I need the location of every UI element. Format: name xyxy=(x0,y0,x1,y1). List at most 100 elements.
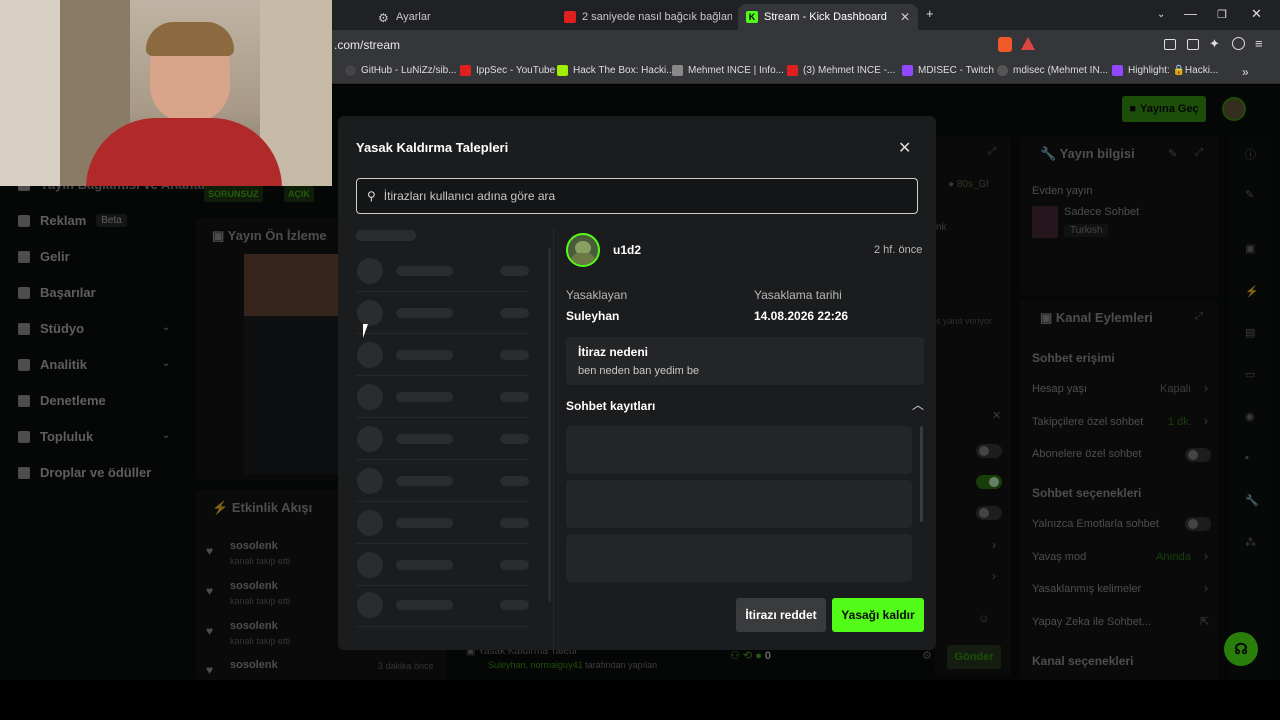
window-background xyxy=(0,0,60,186)
skeleton-line xyxy=(396,266,453,276)
bottom-bar xyxy=(0,680,1280,720)
tab-settings[interactable]: ⚙ Ayarlar xyxy=(370,4,550,30)
sparkle-icon[interactable]: ✦ xyxy=(1209,36,1220,52)
skeleton-line xyxy=(500,560,529,570)
skeleton-avatar xyxy=(357,468,383,494)
close-icon[interactable]: ✕ xyxy=(898,138,911,158)
bookmark-mdisec[interactable]: MDISEC - Twitch xyxy=(902,65,994,76)
url-text[interactable]: .com/stream xyxy=(334,38,400,52)
sidebar-icon[interactable] xyxy=(1164,39,1176,50)
tab-label: Ayarlar xyxy=(396,11,431,23)
mouse-cursor xyxy=(363,324,373,338)
skeleton-line xyxy=(500,392,529,402)
bookmark-github[interactable]: GitHub - LuNiZz/sib... xyxy=(345,65,457,76)
profile-icon xyxy=(997,65,1008,76)
skeleton-avatar xyxy=(357,342,383,368)
new-tab-button[interactable]: + xyxy=(926,6,934,21)
search-icon: ⚲ xyxy=(367,189,376,203)
youtube-icon xyxy=(460,65,471,76)
skeleton-header xyxy=(356,230,416,241)
appeal-reason-text: ben neden ban yedim be xyxy=(578,365,700,377)
skeleton-line xyxy=(500,350,529,360)
skeleton-line xyxy=(396,350,453,360)
search-input[interactable] xyxy=(383,189,904,203)
skeleton-line xyxy=(396,392,453,402)
divider xyxy=(356,585,528,586)
skeleton-line xyxy=(500,476,529,486)
skeleton-avatar xyxy=(357,552,383,578)
minimize-button[interactable]: — xyxy=(1184,6,1197,21)
chevron-down-icon[interactable]: ⌄ xyxy=(1157,9,1165,20)
search-field[interactable]: ⚲ xyxy=(356,178,918,214)
chevron-up-icon[interactable]: ︿ xyxy=(912,396,924,413)
twitch-icon xyxy=(902,65,913,76)
divider xyxy=(356,417,528,418)
htb-icon xyxy=(557,65,568,76)
skeleton-line xyxy=(396,476,453,486)
skeleton-avatar xyxy=(357,258,383,284)
appeal-username: u1d2 xyxy=(613,243,642,257)
banned-by-label: Yasaklayan xyxy=(566,288,628,302)
skeleton-line xyxy=(396,518,453,528)
chat-log-skeleton xyxy=(566,534,912,582)
bookmark-label: (3) Mehmet INCE -... xyxy=(803,65,896,76)
bookmark-label: Highlight: 🔒Hacki... xyxy=(1128,65,1219,76)
chat-log-skeleton xyxy=(566,426,912,474)
bookmark-label: MDISEC - Twitch xyxy=(918,65,994,76)
tab-youtube[interactable]: 2 saniyede nasıl bağcık bağlanır - Yo xyxy=(556,4,732,30)
gear-icon: ⚙ xyxy=(378,11,389,25)
skeleton-avatar xyxy=(357,592,383,618)
divider xyxy=(356,501,528,502)
webcam-overlay xyxy=(0,0,332,186)
github-icon xyxy=(345,65,356,76)
bookmark-label: IppSec - YouTube xyxy=(476,65,556,76)
twitch-icon xyxy=(1112,65,1123,76)
vpn-icon[interactable] xyxy=(1232,37,1245,50)
tab-label: Stream - Kick Dashboard xyxy=(764,11,887,23)
logs-scrollbar[interactable] xyxy=(920,426,923,522)
divider xyxy=(356,626,528,627)
chat-log-skeleton xyxy=(566,480,912,528)
close-icon[interactable]: ✕ xyxy=(900,10,910,24)
skeleton-line xyxy=(500,434,529,444)
menu-icon[interactable]: ≡ xyxy=(1255,36,1263,51)
wallet-icon[interactable] xyxy=(1187,39,1199,50)
bookmark-mehmet-info[interactable]: Mehmet INCE | Info... xyxy=(672,65,784,76)
more-bookmarks-icon[interactable]: » xyxy=(1242,65,1249,79)
divider xyxy=(356,459,528,460)
pane-divider xyxy=(553,228,554,650)
close-window-button[interactable]: ✕ xyxy=(1251,6,1262,22)
unban-button[interactable]: Yasağı kaldır xyxy=(832,598,924,632)
chat-logs-label: Sohbet kayıtları xyxy=(566,399,656,413)
kick-icon: K xyxy=(746,11,758,23)
bookmark-label: GitHub - LuNiZz/sib... xyxy=(361,65,457,76)
list-scrollbar[interactable] xyxy=(548,248,551,602)
skeleton-line xyxy=(500,600,529,610)
skeleton-line xyxy=(396,308,453,318)
brave-shield-icon[interactable] xyxy=(998,37,1012,52)
page-icon xyxy=(672,65,683,76)
reject-appeal-button[interactable]: İtirazı reddet xyxy=(736,598,826,632)
maximize-button[interactable]: ❐ xyxy=(1217,8,1227,21)
bookmark-htb[interactable]: Hack The Box: Hacki... xyxy=(557,65,675,76)
divider xyxy=(356,375,528,376)
brave-rewards-icon[interactable] xyxy=(1021,37,1035,50)
unban-requests-modal: Yasak Kaldırma Talepleri ✕ ⚲ İtirazları … xyxy=(338,116,936,650)
appeal-time: 2 hf. önce xyxy=(874,244,923,256)
skeleton-avatar xyxy=(357,300,383,326)
ban-date-value: 14.08.2026 22:26 xyxy=(754,309,849,323)
bookmark-highlight[interactable]: Highlight: 🔒Hacki... xyxy=(1112,65,1218,76)
hair xyxy=(146,22,234,56)
bookmark-ippsec[interactable]: IppSec - YouTube xyxy=(460,65,555,76)
bookmark-mehmet-yt[interactable]: (3) Mehmet INCE -... xyxy=(787,65,895,76)
avatar xyxy=(566,233,600,267)
divider xyxy=(356,333,528,334)
skeleton-line xyxy=(500,266,529,276)
skeleton-avatar xyxy=(357,426,383,452)
bookmark-mdisec-x[interactable]: mdisec (Mehmet IN... xyxy=(997,65,1108,76)
skeleton-avatar xyxy=(357,510,383,536)
bookmark-label: mdisec (Mehmet IN... xyxy=(1013,65,1109,76)
tab-kick-dashboard[interactable]: K Stream - Kick Dashboard ✕ xyxy=(738,4,918,30)
divider xyxy=(356,291,528,292)
youtube-icon xyxy=(787,65,798,76)
